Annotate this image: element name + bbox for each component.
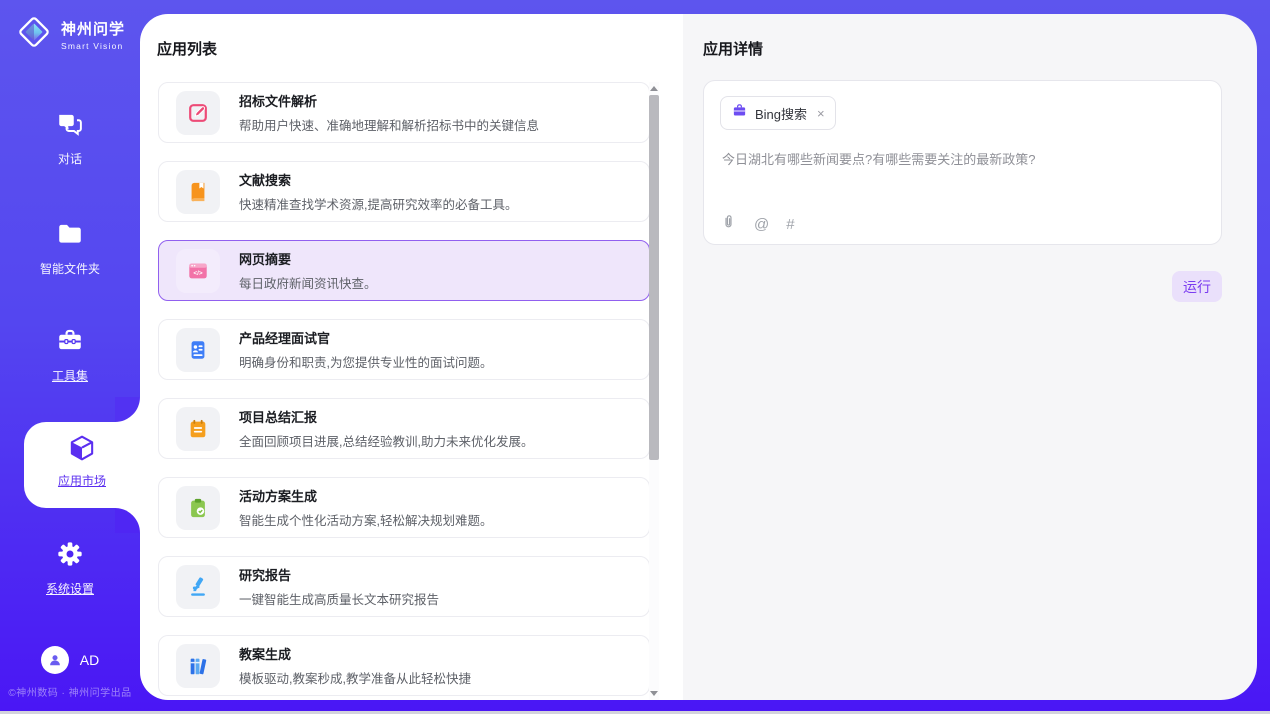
browser-code-icon: </> [176, 249, 220, 293]
composer-toolbar: @ # [720, 213, 795, 235]
sidebar-item-app-market-active[interactable]: 应用市场 [24, 422, 140, 508]
app-card-lesson-plan[interactable]: 教案生成 模板驱动,教案秒成,教学准备从此轻松快捷 [158, 635, 650, 696]
app-card-title: 招标文件解析 [239, 91, 539, 110]
app-card-title: 文献搜索 [239, 170, 517, 189]
app-list: 招标文件解析 帮助用户快速、准确地理解和解析招标书中的关键信息 文献搜索 [158, 82, 650, 700]
cube-icon [67, 450, 97, 467]
brand-logo: 神州问学 Smart Vision [15, 13, 125, 56]
sidebar-item-label: 应用市场 [24, 472, 140, 489]
sidebar-item-smart-folder[interactable]: 智能文件夹 [0, 220, 140, 277]
paperclip-icon[interactable] [720, 213, 737, 235]
user-name: AD [80, 652, 99, 668]
app-card-web-summary-selected[interactable]: </> 网页摘要 每日政府新闻资讯快查。 [158, 240, 650, 301]
app-window: 神州问学 Smart Vision 对话 智能文件夹 [0, 0, 1270, 714]
gear-icon [56, 555, 84, 572]
app-card-event-plan[interactable]: 活动方案生成 智能生成个性化活动方案,轻松解决规划难题。 [158, 477, 650, 538]
avatar[interactable] [41, 646, 69, 674]
query-text[interactable]: 今日湖北有哪些新闻要点?有哪些需要关注的最新政策? [722, 149, 1202, 168]
app-card-bid-document-parse[interactable]: 招标文件解析 帮助用户快速、准确地理解和解析招标书中的关键信息 [158, 82, 650, 143]
tool-chip-bing-search[interactable]: Bing搜索 × [720, 96, 836, 130]
app-card-title: 活动方案生成 [239, 486, 492, 505]
brand-subtitle: Smart Vision [61, 41, 125, 51]
scrollbar-thumb[interactable] [649, 95, 659, 460]
folder-icon [56, 235, 84, 252]
clipboard-check-icon [176, 486, 220, 530]
app-card-title: 研究报告 [239, 565, 439, 584]
active-tab-curve-top [115, 397, 140, 422]
scrollbar-down-arrow-icon[interactable] [650, 691, 658, 696]
app-list-title: 应用列表 [157, 38, 217, 59]
edit-square-icon [176, 91, 220, 135]
app-card-desc: 每日政府新闻资讯快查。 [239, 273, 377, 292]
book-icon [176, 170, 220, 214]
sidebar-item-label: 智能文件夹 [0, 260, 140, 277]
sidebar: 神州问学 Smart Vision 对话 智能文件夹 [0, 0, 140, 714]
content-area: 应用列表 招标文件解析 帮助用户快速、准确地理解和解析招标书中的关键信息 [140, 14, 1257, 700]
app-card-title: 项目总结汇报 [239, 407, 533, 426]
notepad-icon [176, 407, 220, 451]
brand-diamond-icon [15, 13, 53, 56]
app-card-desc: 一键智能生成高质量长文本研究报告 [239, 589, 439, 608]
user-account[interactable]: AD [0, 646, 140, 674]
app-detail-panel: 应用详情 Bing搜索 × 今日湖北有哪些新闻要点?有哪些需要关注的最新政策? [683, 14, 1257, 700]
books-icon [176, 644, 220, 688]
app-card-project-summary[interactable]: 项目总结汇报 全面回顾项目进展,总结经验教训,助力未来优化发展。 [158, 398, 650, 459]
microscope-icon [176, 565, 220, 609]
sidebar-item-label: 工具集 [0, 367, 140, 384]
tool-chip-label: Bing搜索 [755, 104, 807, 123]
app-list-scrollbar[interactable] [649, 82, 659, 700]
sidebar-item-settings[interactable]: 系统设置 [0, 540, 140, 597]
app-card-desc: 帮助用户快速、准确地理解和解析招标书中的关键信息 [239, 115, 539, 134]
app-detail-title: 应用详情 [703, 38, 763, 59]
sidebar-item-label: 系统设置 [0, 580, 140, 597]
sidebar-item-toolset[interactable]: 工具集 [0, 327, 140, 384]
run-button[interactable]: 运行 [1172, 271, 1222, 302]
briefcase-icon [732, 103, 747, 123]
hash-topic-icon[interactable]: # [786, 216, 794, 233]
app-card-pm-interviewer[interactable]: 产品经理面试官 明确身份和职责,为您提供专业性的面试问题。 [158, 319, 650, 380]
app-card-title: 产品经理面试官 [239, 328, 492, 347]
prompt-input-card[interactable]: Bing搜索 × 今日湖北有哪些新闻要点?有哪些需要关注的最新政策? @ # [703, 80, 1222, 245]
brand-name: 神州问学 [61, 18, 125, 39]
app-card-title: 网页摘要 [239, 249, 377, 268]
sidebar-item-label: 对话 [0, 150, 140, 167]
app-card-research-report[interactable]: 研究报告 一键智能生成高质量长文本研究报告 [158, 556, 650, 617]
app-card-desc: 模板驱动,教案秒成,教学准备从此轻松快捷 [239, 668, 471, 687]
app-card-desc: 快速精准查找学术资源,提高研究效率的必备工具。 [239, 194, 517, 213]
active-tab-curve-bottom [115, 508, 140, 533]
svg-text:</>: </> [193, 270, 203, 277]
at-mention-icon[interactable]: @ [754, 216, 769, 233]
app-card-desc: 全面回顾项目进展,总结经验教训,助力未来优化发展。 [239, 431, 533, 450]
chat-icon [56, 125, 84, 142]
copyright-text: ©神州数码 · 神州问学出品 [0, 684, 140, 699]
interview-doc-icon [176, 328, 220, 372]
app-card-title: 教案生成 [239, 644, 471, 663]
app-card-desc: 明确身份和职责,为您提供专业性的面试问题。 [239, 352, 492, 371]
app-list-panel: 应用列表 招标文件解析 帮助用户快速、准确地理解和解析招标书中的关键信息 [140, 14, 683, 700]
scrollbar-up-arrow-icon[interactable] [650, 86, 658, 91]
sidebar-item-chat[interactable]: 对话 [0, 110, 140, 167]
close-icon[interactable]: × [817, 106, 825, 121]
toolbox-icon [56, 342, 84, 359]
app-card-literature-search[interactable]: 文献搜索 快速精准查找学术资源,提高研究效率的必备工具。 [158, 161, 650, 222]
app-card-desc: 智能生成个性化活动方案,轻松解决规划难题。 [239, 510, 492, 529]
